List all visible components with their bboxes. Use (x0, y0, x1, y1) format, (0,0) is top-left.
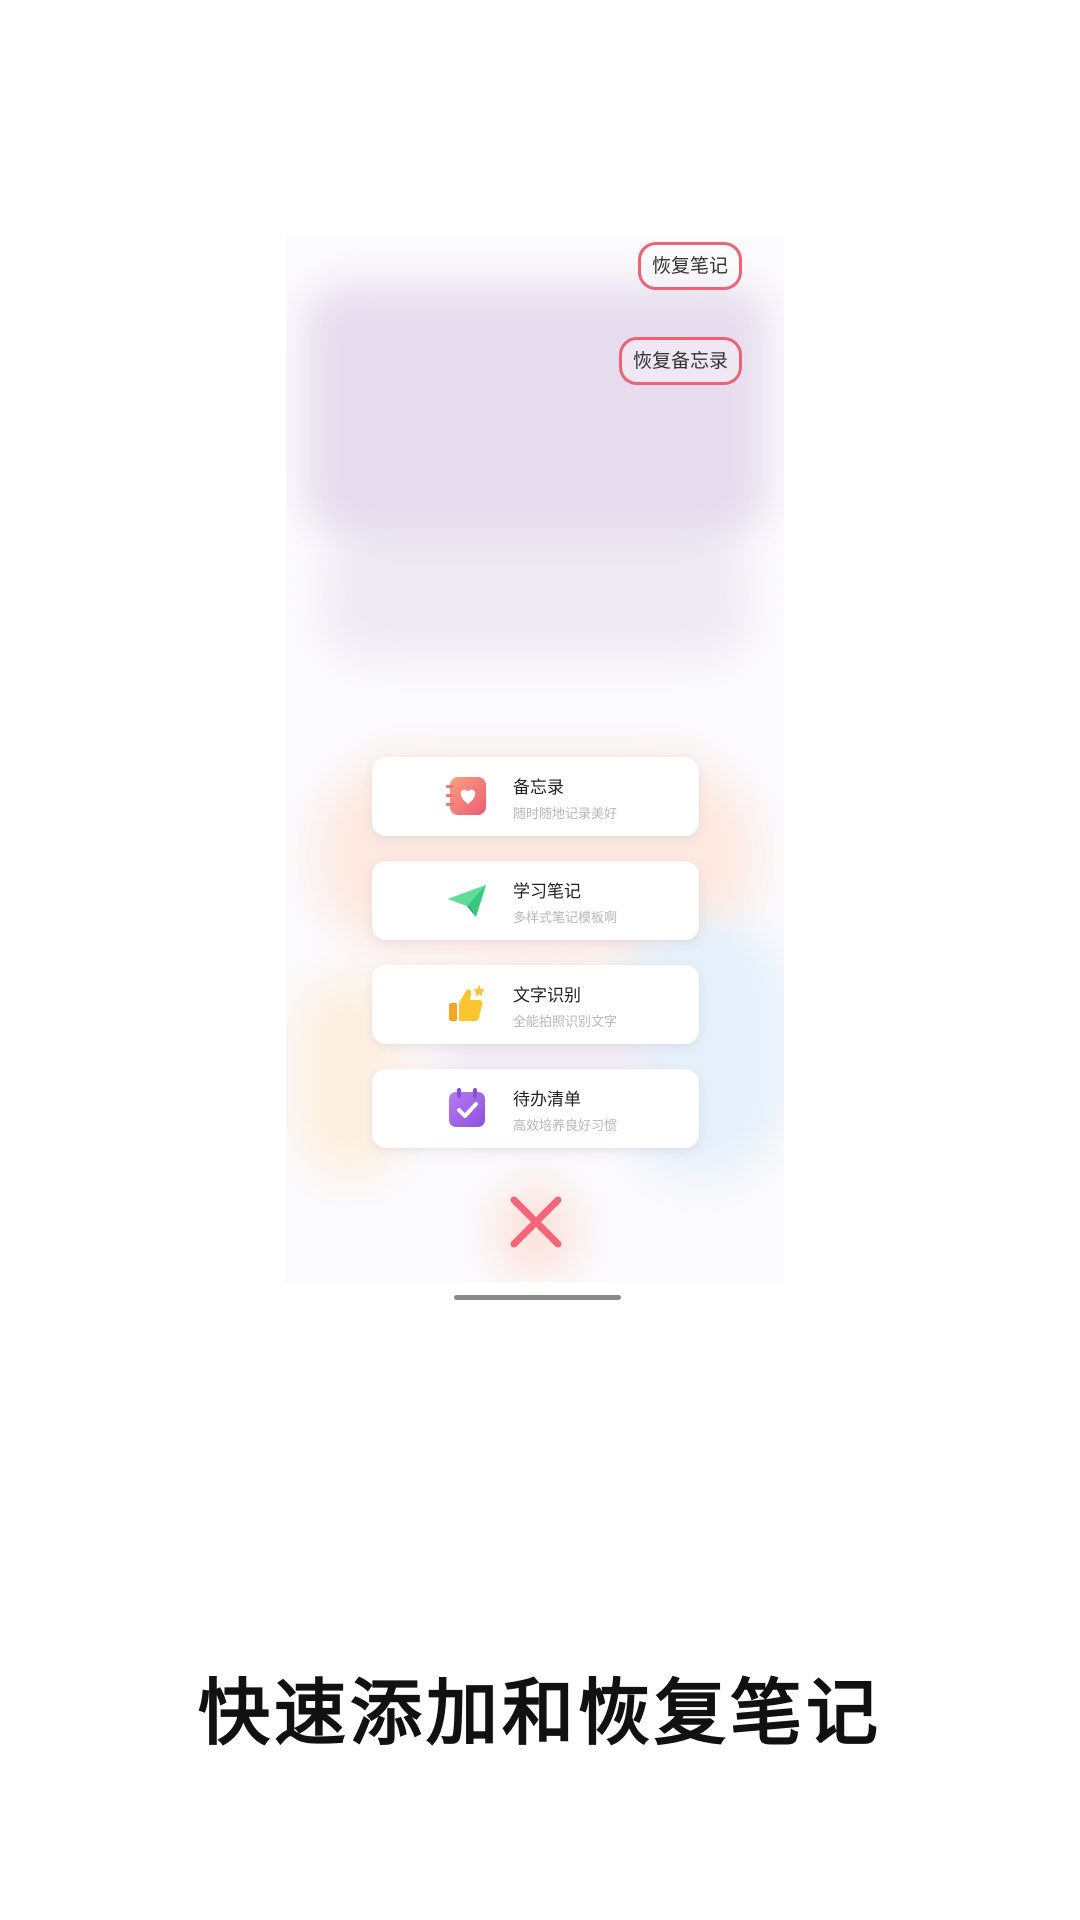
screenshot-page: 恢复笔记 恢复备忘录 备忘录 随时随地记录美好 学习笔记 多样式笔记模板啊 文字… (0, 0, 1080, 1920)
thumbs-up-icon (449, 985, 485, 1021)
menu-item-subtitle: 全能拍照识别文字 (513, 1015, 618, 1030)
menu-item-subtitle: 多样式笔记模板啊 (513, 911, 618, 926)
phone-screen: 恢复笔记 恢复备忘录 备忘录 随时随地记录美好 学习笔记 多样式笔记模板啊 文字… (286, 236, 784, 1282)
close-icon[interactable] (508, 1194, 564, 1250)
menu-item-title: 备忘录 (513, 778, 564, 798)
menu-item-memo[interactable]: 备忘录 随时随地记录美好 (372, 757, 699, 836)
promo-caption: 快速添加和恢复笔记 (197, 1671, 882, 1755)
menu-item-title: 学习笔记 (513, 882, 581, 902)
menu-item-study-notes[interactable]: 学习笔记 多样式笔记模板啊 (372, 861, 699, 940)
menu-item-title: 待办清单 (513, 1090, 581, 1110)
menu-item-todo-list[interactable]: 待办清单 高效培养良好习惯 (372, 1069, 699, 1148)
menu-item-title: 文字识别 (513, 986, 581, 1006)
restore-memo-button[interactable]: 恢复备忘录 (619, 337, 743, 385)
paper-plane-icon (448, 885, 486, 917)
home-indicator (454, 1295, 621, 1300)
menu-item-text-recognition[interactable]: 文字识别 全能拍照识别文字 (372, 965, 699, 1044)
restore-note-button[interactable]: 恢复笔记 (638, 242, 743, 290)
memo-heart-icon (446, 777, 486, 815)
menu-item-subtitle: 高效培养良好习惯 (513, 1119, 618, 1134)
menu-item-subtitle: 随时随地记录美好 (513, 807, 618, 822)
calendar-check-icon (449, 1088, 485, 1127)
